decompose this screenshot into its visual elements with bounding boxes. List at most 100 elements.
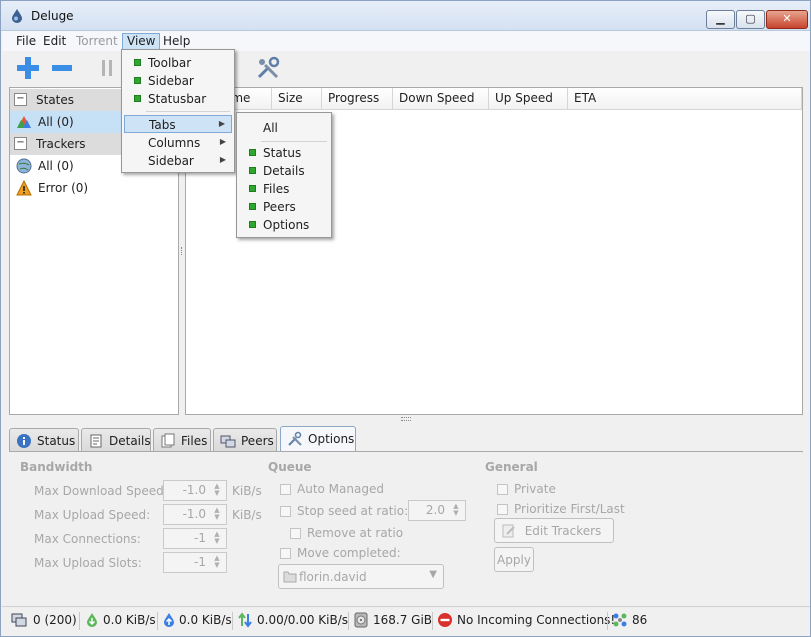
- status-separator: [232, 612, 233, 630]
- max-connections-spinner[interactable]: -1 ▲ ▼: [163, 528, 227, 549]
- stop-seed-ratio-spinner[interactable]: 2.0 ▲ ▼: [408, 500, 466, 521]
- max-connections-label: Max Connections:: [34, 532, 141, 546]
- menu-edit[interactable]: Edit: [39, 33, 70, 51]
- apply-button[interactable]: Apply: [494, 547, 534, 572]
- menu-item-label: Status: [263, 146, 302, 160]
- menu-torrent[interactable]: Torrent: [72, 33, 122, 51]
- checkmark-icon: [249, 221, 256, 228]
- column-header-down-speed[interactable]: Down Speed: [393, 88, 489, 110]
- menu-file[interactable]: File: [12, 33, 40, 51]
- submenu-item-options[interactable]: Options: [239, 216, 329, 234]
- files-icon: [161, 433, 175, 448]
- max-download-spinner[interactable]: -1.0 ▲ ▼: [163, 480, 227, 501]
- menu-item-statusbar[interactable]: Statusbar: [124, 90, 232, 108]
- menu-item-toolbar[interactable]: Toolbar: [124, 54, 232, 72]
- tab-peers[interactable]: Peers: [213, 428, 277, 452]
- max-upload-slots-label: Max Upload Slots:: [34, 556, 142, 570]
- minimize-button[interactable]: ▁: [706, 10, 735, 29]
- submenu-arrow-icon: ▶: [219, 155, 226, 164]
- private-checkbox[interactable]: [497, 484, 508, 495]
- max-upload-unit: KiB/s: [232, 508, 262, 522]
- queue-section-title: Queue: [268, 460, 312, 474]
- spinner-arrows-icon[interactable]: ▲ ▼: [210, 507, 224, 522]
- submenu-item-all[interactable]: All: [239, 119, 329, 137]
- edit-trackers-button[interactable]: Edit Trackers: [494, 518, 614, 543]
- states-header-label: States: [36, 93, 75, 107]
- submenu-arrow-icon: ▶: [218, 119, 225, 128]
- auto-managed-checkbox[interactable]: [280, 484, 291, 495]
- preferences-icon[interactable]: [255, 55, 281, 81]
- free-space-value: 168.7 GiB: [373, 613, 433, 627]
- spinner-value: 2.0: [425, 503, 445, 517]
- status-bar: 0 (200) 0.0 KiB/s 0.0 KiB/s 0.00/0.00 Ki…: [2, 606, 810, 634]
- app-window: Deluge ▁ ▢ ✕ File Edit Torrent View Help…: [0, 0, 811, 637]
- upload-speed-icon[interactable]: [161, 612, 177, 628]
- no-connections-icon[interactable]: [437, 612, 453, 628]
- prioritize-checkbox[interactable]: [497, 504, 508, 515]
- menu-item-label: All: [263, 121, 278, 135]
- status-separator: [607, 612, 608, 630]
- panel-splitter[interactable]: [401, 417, 411, 421]
- tab-files[interactable]: Files: [153, 428, 211, 452]
- menu-item-tabs[interactable]: Tabs ▶: [124, 115, 232, 133]
- spinner-value: -1.0: [182, 507, 206, 521]
- stop-seed-checkbox[interactable]: [280, 506, 291, 517]
- menu-item-sidebar-submenu[interactable]: Sidebar ▶: [124, 152, 232, 170]
- submenu-item-files[interactable]: Files: [239, 180, 329, 198]
- connections-icon[interactable]: [11, 612, 27, 628]
- tab-status[interactable]: Status: [9, 428, 79, 452]
- all-states-icon: [17, 116, 31, 128]
- chevron-down-icon: ▼: [429, 569, 437, 580]
- download-speed-value: 0.0 KiB/s: [103, 613, 156, 627]
- max-download-unit: KiB/s: [232, 484, 262, 498]
- incoming-connections-status: No Incoming Connections!: [457, 613, 616, 627]
- column-header-size[interactable]: Size: [272, 88, 322, 110]
- submenu-item-status[interactable]: Status: [239, 144, 329, 162]
- menu-item-label: Peers: [263, 200, 296, 214]
- pause-icon[interactable]: [95, 55, 121, 81]
- title-bar[interactable]: Deluge ▁ ▢ ✕: [1, 1, 810, 31]
- spinner-arrows-icon[interactable]: ▲ ▼: [210, 555, 224, 570]
- info-icon: [17, 434, 31, 448]
- maximize-icon: ▢: [745, 12, 756, 25]
- collapse-icon[interactable]: −: [14, 137, 27, 150]
- upload-speed-value: 0.0 KiB/s: [179, 613, 232, 627]
- add-torrent-icon[interactable]: [15, 55, 41, 81]
- spinner-arrows-icon[interactable]: ▲ ▼: [210, 531, 224, 546]
- submenu-item-details[interactable]: Details: [239, 162, 329, 180]
- checkmark-icon: [249, 185, 256, 192]
- submenu-item-peers[interactable]: Peers: [239, 198, 329, 216]
- max-upload-slots-spinner[interactable]: -1 ▲ ▼: [163, 552, 227, 573]
- remove-at-ratio-checkbox[interactable]: [290, 528, 301, 539]
- remove-at-ratio-label: Remove at ratio: [307, 526, 404, 540]
- download-speed-icon[interactable]: [84, 612, 100, 628]
- spinner-arrows-icon[interactable]: ▲ ▼: [210, 483, 224, 498]
- remove-torrent-icon[interactable]: [49, 55, 75, 81]
- collapse-icon[interactable]: −: [14, 93, 27, 106]
- tab-label: Status: [37, 434, 76, 448]
- max-download-label: Max Download Speed:: [34, 484, 168, 498]
- checkmark-icon: [134, 59, 141, 66]
- column-header-up-speed[interactable]: Up Speed: [489, 88, 568, 110]
- menu-item-columns[interactable]: Columns ▶: [124, 134, 232, 152]
- dht-nodes-icon[interactable]: [612, 612, 628, 628]
- options-icon: [288, 431, 302, 446]
- column-header-progress[interactable]: Progress: [322, 88, 393, 110]
- sidebar-item-trackers-error[interactable]: Error (0): [10, 177, 178, 199]
- menu-item-label: Tabs: [149, 118, 176, 132]
- column-header-eta[interactable]: ETA: [568, 88, 802, 110]
- free-space-icon[interactable]: [353, 612, 369, 628]
- close-button[interactable]: ✕: [766, 10, 808, 29]
- menu-item-sidebar[interactable]: Sidebar: [124, 72, 232, 90]
- maximize-button[interactable]: ▢: [736, 10, 765, 29]
- move-completed-folder-chooser[interactable]: florin.david ▼: [278, 564, 444, 589]
- spinner-arrows-icon[interactable]: ▲ ▼: [449, 503, 463, 518]
- tab-options[interactable]: Options: [280, 426, 356, 452]
- tab-details[interactable]: Details: [81, 428, 151, 452]
- protocol-traffic-value: 0.00/0.00 KiB/s: [257, 613, 349, 627]
- move-completed-checkbox[interactable]: [280, 548, 291, 559]
- max-upload-spinner[interactable]: -1.0 ▲ ▼: [163, 504, 227, 525]
- protocol-traffic-icon[interactable]: [237, 612, 253, 628]
- splitter-grip: [181, 247, 183, 255]
- minimize-icon: ▁: [716, 12, 725, 25]
